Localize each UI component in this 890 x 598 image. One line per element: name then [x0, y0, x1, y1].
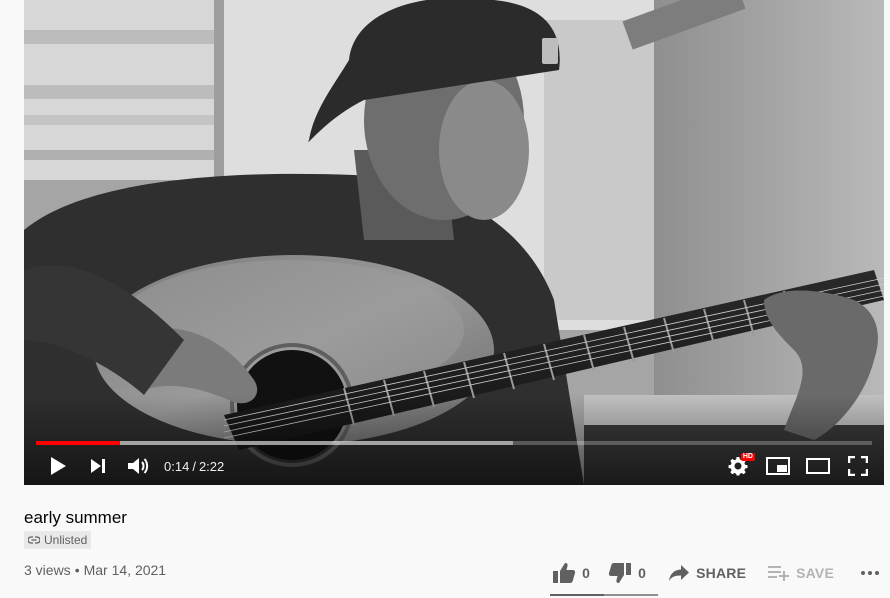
- unlisted-badge: Unlisted: [24, 531, 92, 549]
- volume-icon: [128, 458, 149, 474]
- progress-played: [36, 441, 120, 445]
- view-count: 3 views: [24, 562, 71, 578]
- settings-button[interactable]: HD: [718, 448, 758, 484]
- miniplayer-button[interactable]: [758, 448, 798, 484]
- skip-next-icon: [91, 459, 105, 473]
- time-display: 0:14/2:22: [164, 459, 224, 474]
- fullscreen-button[interactable]: [838, 448, 878, 484]
- meta-dot: •: [74, 562, 80, 578]
- more-actions-button[interactable]: [860, 570, 880, 576]
- visibility-label: Unlisted: [44, 533, 88, 547]
- playlist-add-icon: [768, 566, 790, 581]
- like-button[interactable]: 0: [552, 562, 590, 584]
- video-player[interactable]: 0:14/2:22 HD: [24, 0, 884, 485]
- current-time: 0:14: [164, 458, 190, 474]
- share-label: SHARE: [696, 565, 747, 581]
- volume-button[interactable]: [118, 448, 158, 484]
- save-button[interactable]: SAVE: [768, 565, 834, 581]
- player-controls: 0:14/2:22 HD: [24, 448, 884, 484]
- dislike-button[interactable]: 0: [608, 562, 646, 584]
- miniplayer-icon: [766, 457, 790, 475]
- thumb-up-icon: [553, 563, 576, 583]
- next-button[interactable]: [78, 448, 118, 484]
- like-count: 0: [582, 565, 591, 581]
- video-title: early summer: [24, 508, 127, 527]
- progress-bar[interactable]: [36, 441, 872, 445]
- theater-button[interactable]: [798, 448, 838, 484]
- play-icon: [51, 457, 66, 475]
- share-arrow-icon: [669, 565, 690, 581]
- video-meta: 3 views • Mar 14, 2021: [24, 562, 166, 578]
- like-dislike-bar: [550, 594, 658, 596]
- link-icon: [28, 536, 40, 544]
- share-button[interactable]: SHARE: [668, 564, 746, 582]
- upload-date: Mar 14, 2021: [83, 562, 167, 578]
- play-button[interactable]: [38, 448, 78, 484]
- duration: 2:22: [198, 458, 225, 474]
- time-separator: /: [192, 458, 196, 474]
- thumb-down-icon: [608, 563, 632, 583]
- video-actions: 0 0 SHARE SAVE: [552, 556, 880, 590]
- like-ratio-fill: [550, 594, 604, 596]
- dislike-count: 0: [638, 565, 647, 581]
- hd-badge: HD: [740, 453, 755, 461]
- save-label: SAVE: [796, 565, 834, 581]
- watch-page: 0:14/2:22 HD early summer Unlisted 3 vie…: [0, 0, 890, 598]
- more-horiz-icon: [861, 571, 879, 575]
- theater-mode-icon: [806, 458, 830, 474]
- fullscreen-icon: [848, 456, 868, 476]
